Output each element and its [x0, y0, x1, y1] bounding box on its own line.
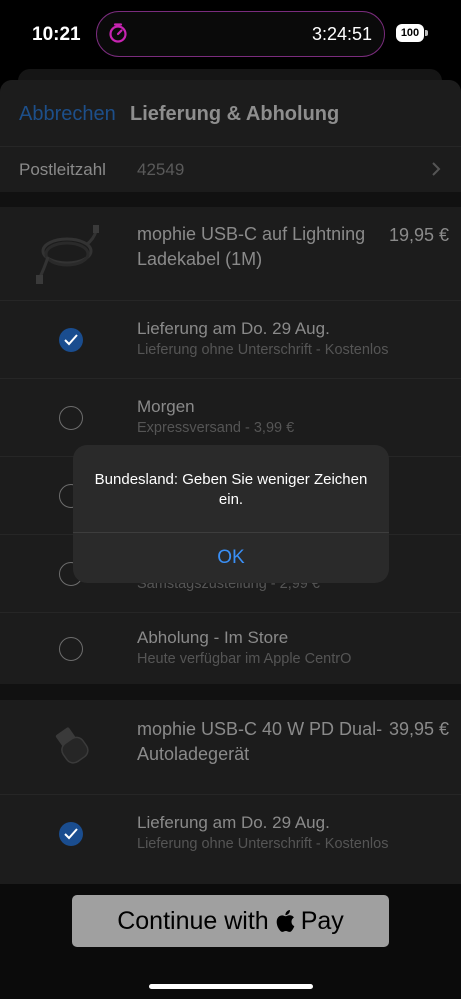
alert-dialog: Bundesland: Geben Sie weniger Zeichen ei… — [73, 445, 389, 583]
postal-code-value: 42549 — [137, 160, 185, 179]
battery-icon: 100 — [396, 24, 430, 43]
alert-message: Bundesland: Geben Sie weniger Zeichen ei… — [94, 471, 368, 508]
status-time: 10:21 — [32, 24, 81, 45]
postal-code-row[interactable]: Postleitzahl 42549 — [0, 146, 461, 192]
timer-countdown: 3:24:51 — [311, 24, 372, 44]
product-price: 39,95 € — [388, 719, 449, 739]
product-price: 19,95 € — [388, 225, 449, 245]
bottom-bar: Continue with Pay — [0, 884, 461, 999]
pay-button-suffix: Pay — [300, 906, 344, 935]
radio-selected[interactable] — [59, 822, 83, 846]
postal-code-label: Postleitzahl — [19, 160, 106, 179]
product-group-2: mophie USB-C 40 W PD Dual-Autoladegerät … — [0, 700, 461, 900]
home-indicator — [149, 984, 313, 989]
status-bar: 10:21 3:24:51 100 — [0, 0, 461, 64]
timer-icon — [109, 23, 127, 43]
option-subtitle: Lieferung ohne Unterschrift - Kostenlos — [137, 836, 389, 852]
delivery-option[interactable]: Lieferung am Do. 29 Aug. Lieferung ohne … — [0, 300, 461, 378]
checkmark-icon — [64, 828, 78, 840]
checkmark-icon — [64, 334, 78, 346]
product-row: mophie USB-C 40 W PD Dual-Autoladegerät … — [0, 700, 461, 794]
ok-button[interactable]: OK — [73, 533, 389, 583]
cancel-button[interactable]: Abbrechen — [19, 103, 116, 126]
delivery-option[interactable]: Abholung - Im Store Heute verfügbar im A… — [0, 612, 461, 684]
option-subtitle: Heute verfügbar im Apple CentrO — [137, 651, 352, 667]
option-title: Abholung - Im Store — [137, 628, 289, 647]
battery-level: 100 — [396, 24, 424, 42]
radio-unselected[interactable] — [59, 637, 83, 661]
option-title: Lieferung am Do. 29 Aug. — [137, 813, 330, 832]
product-row: mophie USB-C auf Lightning Ladekabel (1M… — [0, 207, 461, 300]
option-subtitle: Lieferung ohne Unterschrift - Kostenlos — [137, 342, 389, 358]
radio-selected[interactable] — [59, 328, 83, 352]
apple-logo-icon — [276, 910, 294, 932]
page-title: Lieferung & Abholung — [130, 103, 340, 125]
delivery-option[interactable]: Lieferung am Do. 29 Aug. Lieferung ohne … — [0, 794, 461, 872]
cable-product-image — [36, 225, 99, 284]
option-title: Lieferung am Do. 29 Aug. — [137, 319, 330, 338]
option-title: Morgen — [137, 397, 195, 416]
nav-bar: Abbrechen Lieferung & Abholung — [0, 80, 461, 146]
car-charger-product-image — [55, 727, 89, 764]
radio-unselected[interactable] — [59, 406, 83, 430]
dynamic-island[interactable]: 3:24:51 — [96, 11, 385, 57]
product-name: mophie USB-C 40 W PD Dual-Autoladegerät — [137, 719, 383, 764]
pay-button-prefix: Continue with — [117, 906, 269, 935]
product-name: mophie USB-C auf Lightning Ladekabel (1M… — [137, 224, 366, 269]
chevron-right-icon — [432, 162, 441, 176]
apple-pay-button[interactable]: Continue with Pay — [72, 895, 389, 947]
option-subtitle: Expressversand - 3,99 € — [137, 420, 295, 436]
